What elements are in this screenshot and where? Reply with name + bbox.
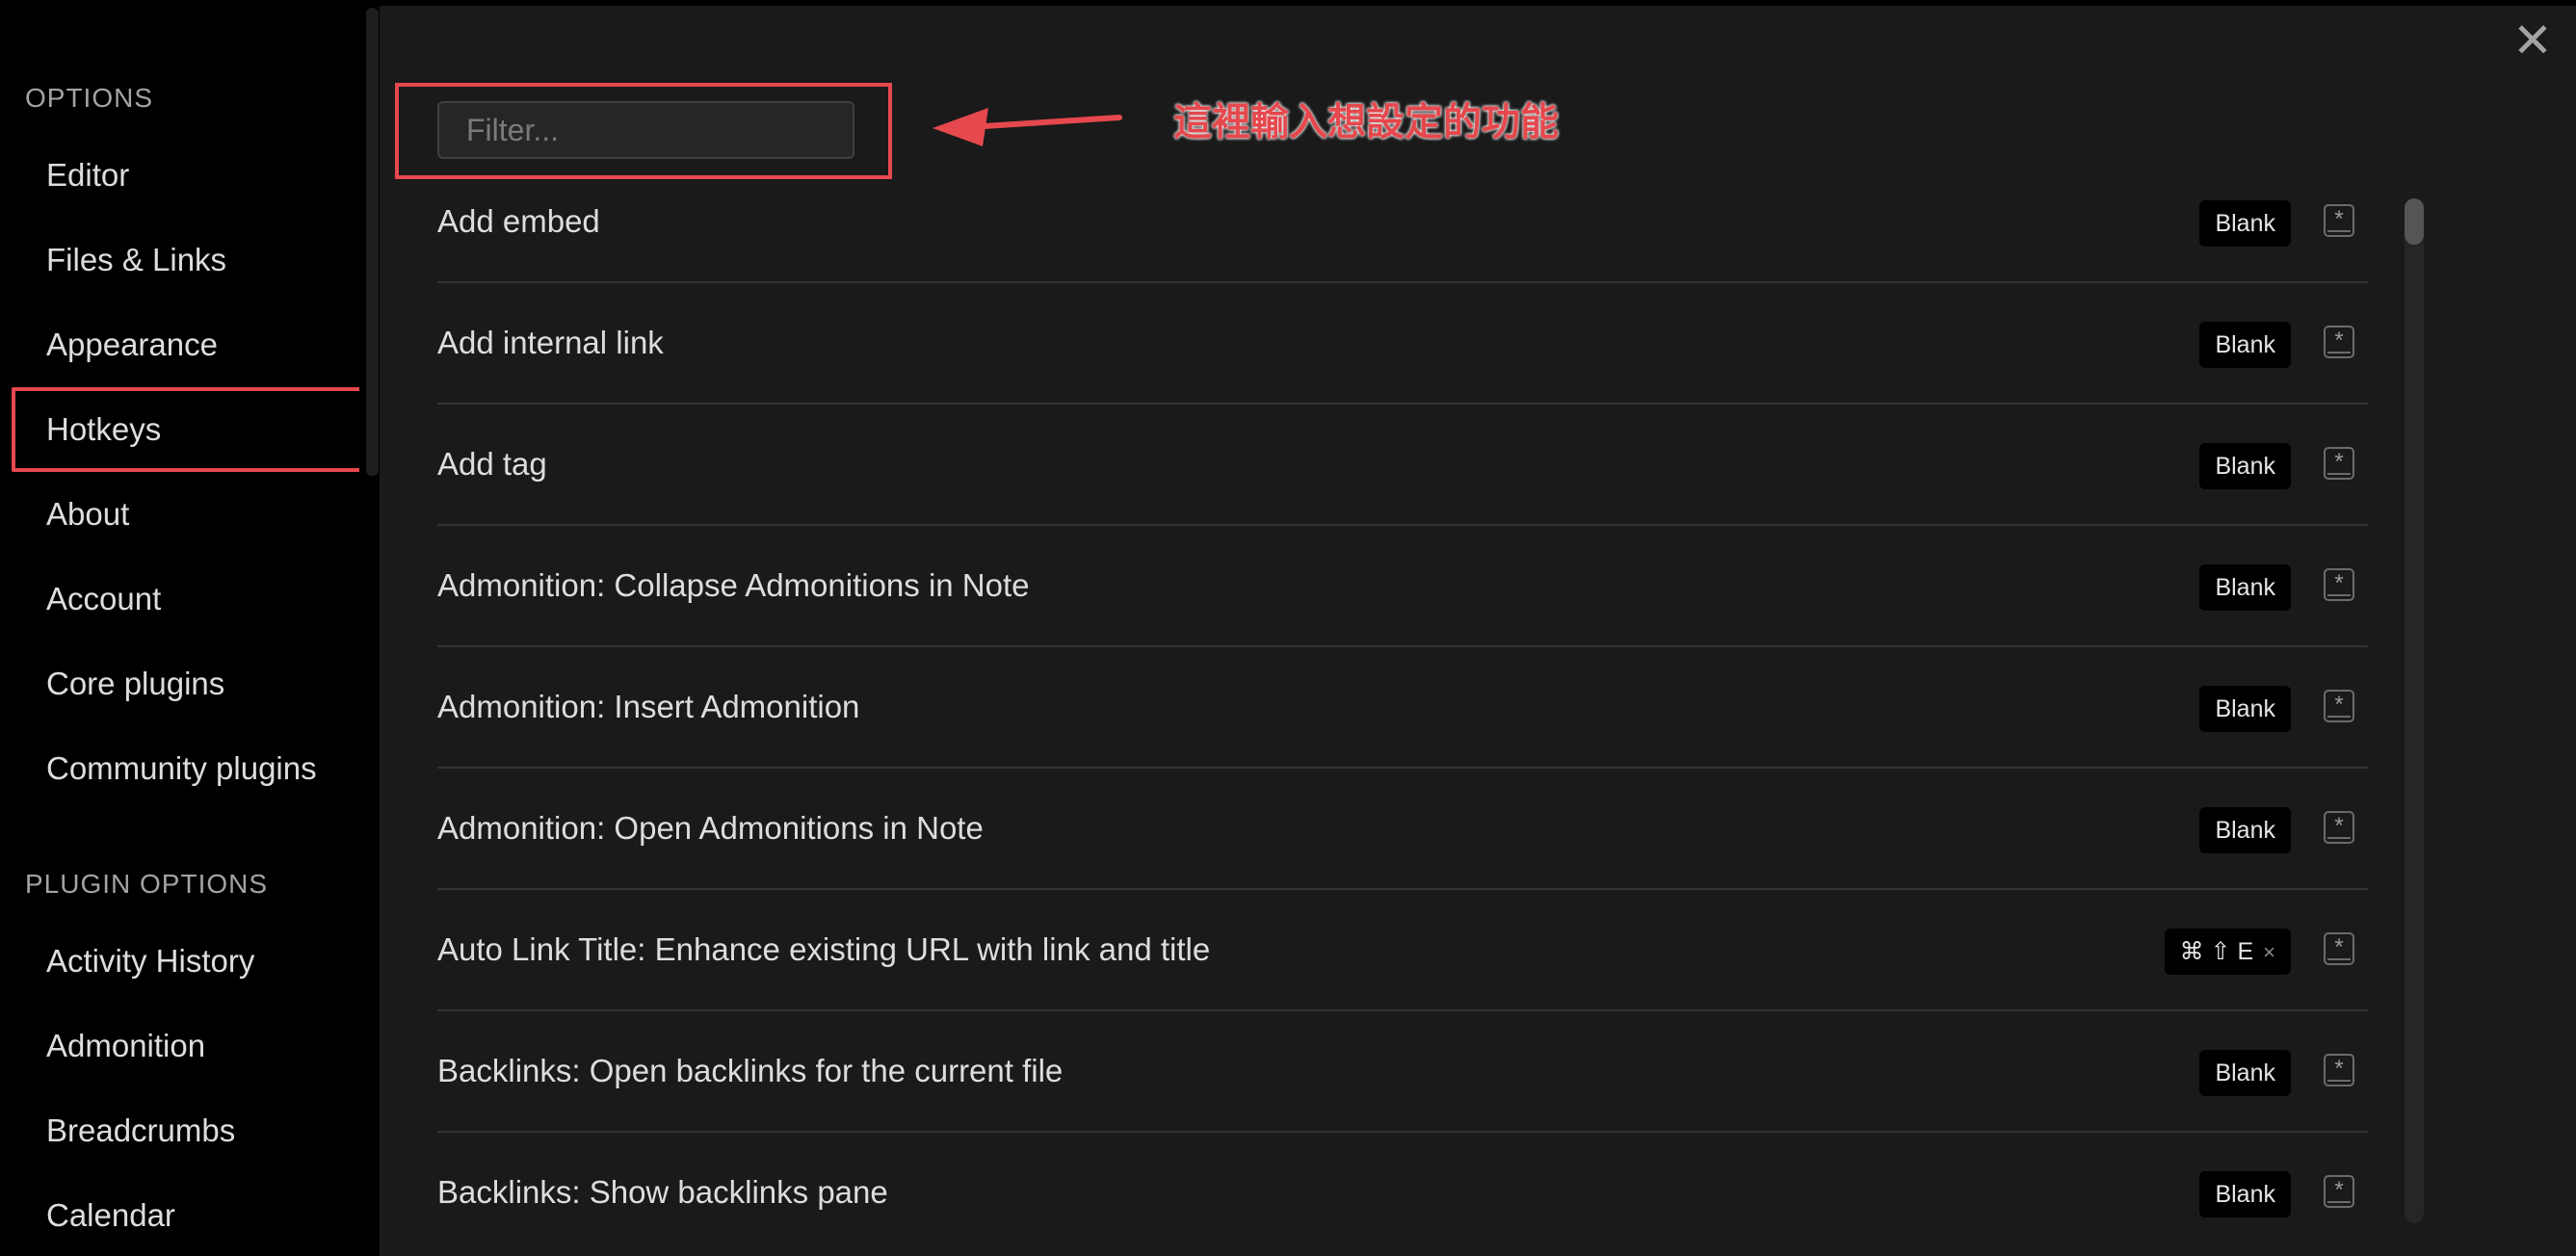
hotkey-value: Blank: [2199, 686, 2291, 732]
sidebar-item-appearance[interactable]: Appearance: [46, 316, 218, 374]
hotkey-list: Add embed Blank * Add internal link Blan…: [437, 162, 2368, 1252]
sidebar-item-core-plugins[interactable]: Core plugins: [46, 655, 224, 713]
hotkey-command-name: Add internal link: [437, 325, 664, 360]
hotkey-row: Admonition: Open Admonitions in Note Bla…: [437, 769, 2368, 890]
add-hotkey-icon[interactable]: *: [2324, 1175, 2354, 1208]
sidebar-item-community-plugins[interactable]: Community plugins: [46, 740, 317, 798]
annotation-arrow-icon: [933, 108, 1122, 146]
add-hotkey-icon[interactable]: *: [2324, 1054, 2354, 1086]
hotkey-command-name: Admonition: Collapse Admonitions in Note: [437, 567, 1030, 603]
hotkey-command-name: Add embed: [437, 203, 600, 239]
add-hotkey-icon[interactable]: *: [2324, 690, 2354, 722]
hotkey-command-name: Admonition: Insert Admonition: [437, 689, 860, 724]
close-icon[interactable]: ✕: [2512, 16, 2553, 65]
filter-input[interactable]: [437, 101, 854, 159]
sidebar-item-editor[interactable]: Editor: [46, 146, 129, 204]
sidebar-scrollbar[interactable]: [366, 8, 379, 476]
add-hotkey-icon[interactable]: *: [2324, 811, 2354, 844]
hotkey-value: Blank: [2199, 200, 2291, 247]
hotkey-row: Add embed Blank *: [437, 162, 2368, 283]
remove-hotkey-icon[interactable]: ×: [2263, 940, 2275, 964]
hotkey-command-name: Add tag: [437, 446, 547, 482]
sidebar-item-calendar[interactable]: Calendar: [46, 1187, 175, 1244]
hotkey-row: Backlinks: Show backlinks pane Blank *: [437, 1133, 2368, 1252]
hotkey-command-name: Backlinks: Show backlinks pane: [437, 1174, 888, 1210]
hotkey-value: Blank: [2199, 443, 2291, 489]
hotkey-value: Blank: [2199, 322, 2291, 368]
hotkey-list-scrollbar[interactable]: [2405, 198, 2424, 1223]
hotkey-command-name: Backlinks: Open backlinks for the curren…: [437, 1053, 1064, 1088]
hotkey-row: Admonition: Collapse Admonitions in Note…: [437, 526, 2368, 647]
hotkey-row: Admonition: Insert Admonition Blank *: [437, 647, 2368, 769]
hotkey-value-assigned: ⌘ ⇧ E ×: [2164, 929, 2291, 975]
sidebar-item-hotkeys[interactable]: Hotkeys: [46, 401, 161, 458]
plugin-options-section-title: PLUGIN OPTIONS: [25, 869, 269, 899]
annotation-text: 這裡輸入想設定的功能: [1173, 100, 1559, 144]
hotkey-value: Blank: [2199, 807, 2291, 853]
hotkey-value: Blank: [2199, 1050, 2291, 1096]
hotkey-command-name: Admonition: Open Admonitions in Note: [437, 810, 984, 846]
sidebar-item-activity-history[interactable]: Activity History: [46, 932, 254, 990]
hotkey-row: Add tag Blank *: [437, 405, 2368, 526]
add-hotkey-icon[interactable]: *: [2324, 447, 2354, 480]
hotkey-row: Add internal link Blank *: [437, 283, 2368, 405]
sidebar-item-about[interactable]: About: [46, 485, 129, 543]
settings-sidebar: OPTIONS Editor Files & Links Appearance …: [0, 0, 359, 1256]
hotkey-value: Blank: [2199, 1171, 2291, 1217]
hotkey-row: Backlinks: Open backlinks for the curren…: [437, 1011, 2368, 1133]
sidebar-item-account[interactable]: Account: [46, 570, 161, 628]
add-hotkey-icon[interactable]: *: [2324, 204, 2354, 237]
add-hotkey-icon[interactable]: *: [2324, 932, 2354, 965]
settings-window: OPTIONS Editor Files & Links Appearance …: [0, 0, 2576, 1256]
hotkey-row: Auto Link Title: Enhance existing URL wi…: [437, 890, 2368, 1011]
add-hotkey-icon[interactable]: *: [2324, 568, 2354, 601]
hotkey-keys: ⌘ ⇧ E: [2179, 938, 2254, 965]
hotkey-value: Blank: [2199, 564, 2291, 611]
options-section-title: OPTIONS: [25, 83, 154, 113]
add-hotkey-icon[interactable]: *: [2324, 326, 2354, 358]
sidebar-item-admonition[interactable]: Admonition: [46, 1017, 205, 1075]
sidebar-item-files-links[interactable]: Files & Links: [46, 231, 226, 289]
sidebar-item-breadcrumbs[interactable]: Breadcrumbs: [46, 1102, 235, 1160]
hotkey-command-name: Auto Link Title: Enhance existing URL wi…: [437, 931, 1211, 967]
scrollbar-thumb[interactable]: [2405, 198, 2424, 245]
